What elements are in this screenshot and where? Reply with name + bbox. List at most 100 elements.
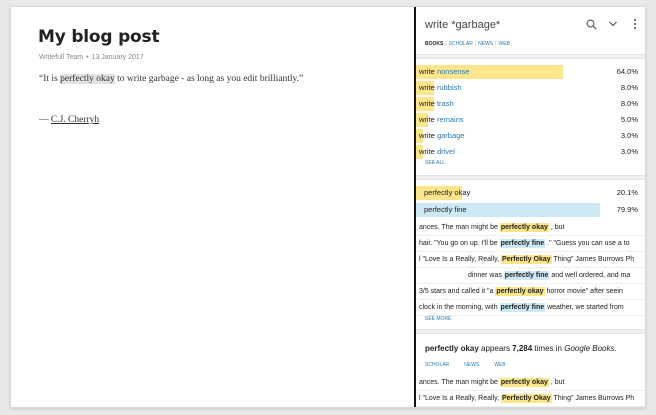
example-sentence-text: clock in the morning, with perfectly fin… xyxy=(419,300,624,316)
fill-percent: 3.0% xyxy=(620,147,638,156)
fill-word[interactable]: nonsense xyxy=(437,67,470,76)
example-sentence-text: 3/5 stars and called it "a perfectly oka… xyxy=(419,284,623,300)
fill-result-label: write garbage xyxy=(419,131,464,140)
example-after: ." "Guess you can use a to xyxy=(545,240,630,247)
tab-web[interactable]: WEB xyxy=(498,41,509,47)
fill-word[interactable]: remains xyxy=(437,115,464,124)
compare-row[interactable]: perfectly fine 79.9% xyxy=(416,202,645,218)
post-author: Writefull Team xyxy=(39,54,84,61)
example-keyphrase: perfectly fine xyxy=(499,239,546,248)
example-keyphrase: perfectly fine xyxy=(499,303,546,312)
fill-result-label: write remains xyxy=(419,115,464,124)
summary-count: 7,284 xyxy=(512,344,533,353)
fill-result-label: write nonsense xyxy=(419,67,469,76)
fill-result-row[interactable]: write remains 5.0% xyxy=(416,112,645,128)
highlighted-phrase[interactable]: perfectly okay xyxy=(60,74,115,84)
fill-percent: 8.0% xyxy=(620,99,638,108)
example-sentence[interactable]: dinner was perfectly fine and well order… xyxy=(416,268,645,284)
example-after: Thing" James Burrows Ph xyxy=(551,395,635,402)
fill-prefix: write xyxy=(419,115,435,124)
more-vertical-icon[interactable] xyxy=(629,17,641,31)
example-keyphrase: Perfectly Okay xyxy=(500,255,552,264)
tab-separator: | xyxy=(495,41,497,47)
example-sentence[interactable]: ances. The man might be perfectly okay ,… xyxy=(416,220,645,236)
tab-scholar[interactable]: SCHOLAR xyxy=(449,41,473,47)
example-after: horror movie" after seein xyxy=(544,288,623,295)
fill-result-label: write trash xyxy=(419,99,454,108)
search-icon[interactable] xyxy=(585,17,597,31)
header-icons xyxy=(585,17,641,31)
post-meta: Writefull Team • 13 January 2017 xyxy=(39,54,144,61)
example-keyphrase: Perfectly Okay xyxy=(500,394,552,403)
compare-label: perfectly fine xyxy=(424,205,467,214)
example-before: ances. The man might be xyxy=(419,224,500,231)
fill-percent: 5.0% xyxy=(620,115,638,124)
example-before: dinner was xyxy=(468,272,504,279)
link-web[interactable]: WEB xyxy=(494,362,505,368)
usage-summary: perfectly okay appears 7,284 times in Go… xyxy=(425,344,617,353)
example-before: 3/5 stars and called it "a xyxy=(419,288,496,295)
source-tabs: BOOKS | SCHOLAR | NEWS | WEB xyxy=(425,41,510,47)
summary-source-links: SCHOLAR NEWS WEB xyxy=(425,362,521,368)
fill-result-row[interactable]: write rubbish 8.0% xyxy=(416,80,645,96)
link-scholar[interactable]: SCHOLAR xyxy=(425,362,449,368)
example-after: , but xyxy=(548,224,565,231)
example-sentence[interactable]: clock in the morning, with perfectly fin… xyxy=(416,300,645,316)
fill-word[interactable]: rubbish xyxy=(437,83,462,92)
see-all-link[interactable]: SEE ALL xyxy=(425,160,445,166)
example-before: clock in the morning, with xyxy=(419,304,500,311)
fill-percent: 8.0% xyxy=(620,83,638,92)
fill-word[interactable]: trash xyxy=(437,99,454,108)
fill-result-row[interactable]: write garbage 3.0% xyxy=(416,128,645,144)
app-window: My blog post Writefull Team • 13 January 2… xyxy=(10,6,646,408)
example-keyphrase: perfectly okay xyxy=(499,378,549,387)
compare-percent: 79.9% xyxy=(616,205,638,214)
example-sentence-text: ances. The man might be perfectly okay ,… xyxy=(419,220,564,236)
fill-result-label: write drivel xyxy=(419,147,455,156)
fill-word[interactable]: drivel xyxy=(437,147,455,156)
section-separator xyxy=(416,329,645,334)
see-more-link[interactable]: SEE MORE xyxy=(425,316,451,322)
tab-news[interactable]: NEWS xyxy=(478,41,493,47)
document-editor[interactable]: My blog post Writefull Team • 13 January 2… xyxy=(11,7,414,407)
example-after: and well ordered, and ma xyxy=(549,272,631,279)
example-sentence-text: dinner was perfectly fine and well order… xyxy=(468,268,630,284)
fill-result-row[interactable]: write trash 8.0% xyxy=(416,96,645,112)
fill-prefix: write xyxy=(419,147,435,156)
tab-books[interactable]: BOOKS xyxy=(425,41,443,47)
example-sentence[interactable]: 3/5 stars and called it "a perfectly oka… xyxy=(416,284,645,300)
page-title[interactable]: My blog post xyxy=(38,27,160,47)
compare-row[interactable]: perfectly okay 20.1% xyxy=(416,185,645,201)
example-before: ances. The man might be xyxy=(419,379,500,386)
example-sentence[interactable]: hair. "You go on up. I'll be perfectly f… xyxy=(416,236,645,252)
chevron-down-icon[interactable] xyxy=(607,17,619,31)
summary-phrase: perfectly okay xyxy=(425,344,479,353)
example-keyphrase: perfectly okay xyxy=(499,223,549,232)
example-sentence[interactable]: ances. The man might be perfectly okay ,… xyxy=(416,375,645,391)
fill-result-row[interactable]: write nonsense 64.0% xyxy=(416,64,645,80)
writefull-panel: write *garbage* BOOKS | SCHOLAR | NEWS | WEB w… xyxy=(416,7,645,407)
compare-percent: 20.1% xyxy=(616,188,638,197)
quote-text-before: “It is xyxy=(39,74,61,84)
tab-separator: | xyxy=(445,41,447,47)
example-sentence[interactable]: l "Love Is a Really, Really, Perfectly O… xyxy=(416,252,645,268)
link-news[interactable]: NEWS xyxy=(464,362,479,368)
quote-attribution: — C.J. Cherryh xyxy=(39,115,99,125)
example-keyphrase: perfectly fine xyxy=(503,271,550,280)
bullet-icon: • xyxy=(86,54,89,61)
example-sentence-text: l "Love Is a Really, Really, Perfectly O… xyxy=(419,252,634,268)
fill-prefix: write xyxy=(419,67,435,76)
fill-prefix: write xyxy=(419,99,435,108)
quote-paragraph[interactable]: “It is perfectly okay to write garbage -… xyxy=(39,74,303,84)
fill-word[interactable]: garbage xyxy=(437,131,465,140)
example-sentence[interactable]: l "Love Is a Really, Really, Perfectly O… xyxy=(416,391,645,407)
example-sentence-text: ances. The man might be perfectly okay ,… xyxy=(419,375,564,391)
summary-source: Google Books xyxy=(564,344,615,353)
example-before: l "Love Is a Really, Really, xyxy=(419,395,501,402)
section-separator xyxy=(416,54,645,59)
fill-result-row[interactable]: write drivel 3.0% xyxy=(416,144,645,160)
summary-text: appears xyxy=(478,344,513,353)
example-before: l "Love Is a Really, Really, xyxy=(419,256,501,263)
compare-label: perfectly okay xyxy=(424,188,471,197)
example-before: hair. "You go on up. I'll be xyxy=(419,240,500,247)
